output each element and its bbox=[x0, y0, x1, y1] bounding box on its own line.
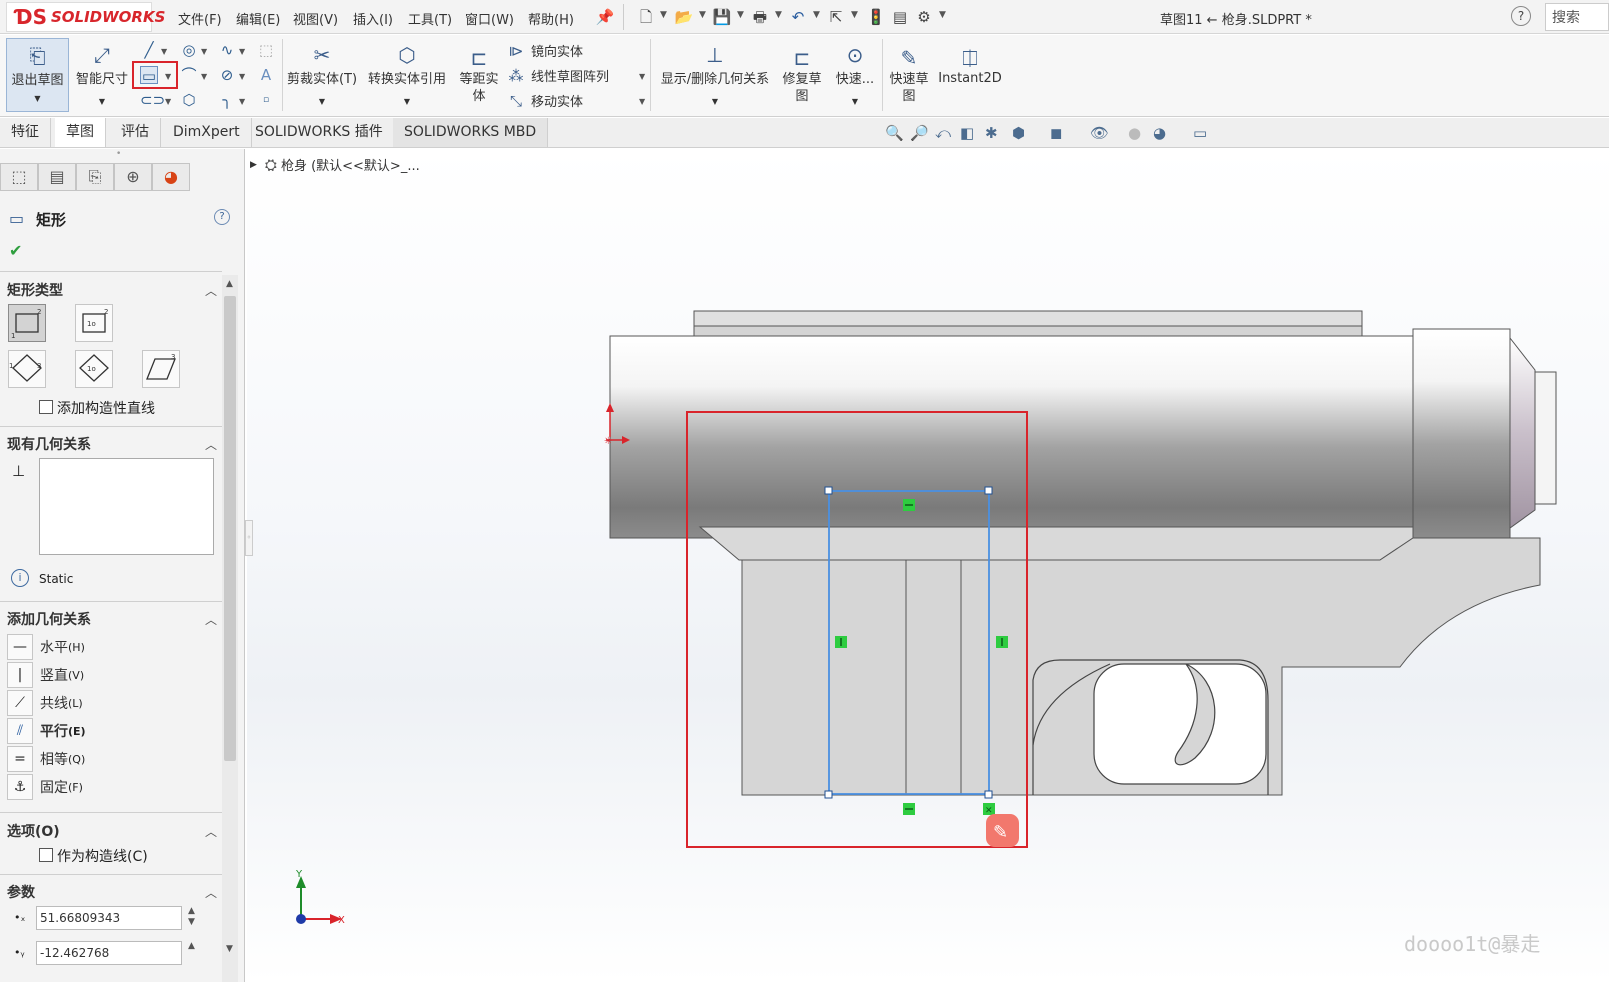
y-axis-label: Y bbox=[295, 869, 303, 880]
top-rail bbox=[693, 310, 1363, 327]
svg-text:✳: ✳ bbox=[604, 436, 612, 447]
coincident-relation-icon[interactable]: ✕ bbox=[983, 803, 995, 816]
receiver-step bbox=[698, 526, 1414, 561]
svg-text:✎: ✎ bbox=[993, 822, 1008, 843]
rear-block bbox=[1412, 328, 1511, 539]
x-axis-label: X bbox=[338, 915, 345, 926]
vertical-relation-left-icon[interactable] bbox=[835, 636, 847, 648]
quick-edit-badge-icon[interactable]: ✎ bbox=[986, 814, 1019, 847]
horizontal-relation-top-icon[interactable] bbox=[903, 499, 915, 511]
vertical-relation-right-icon[interactable] bbox=[996, 636, 1008, 648]
rear-cap bbox=[1509, 336, 1536, 529]
horizontal-relation-bottom-icon[interactable] bbox=[903, 803, 915, 815]
model-view: ✳ ✕ ✎ Y X bbox=[295, 310, 1557, 926]
trigger-opening bbox=[1093, 663, 1267, 785]
rear-nub bbox=[1534, 371, 1557, 505]
barrel-body bbox=[609, 335, 1414, 539]
watermark: doooo1t@暴走 bbox=[1404, 932, 1541, 956]
svg-text:✕: ✕ bbox=[985, 806, 993, 816]
